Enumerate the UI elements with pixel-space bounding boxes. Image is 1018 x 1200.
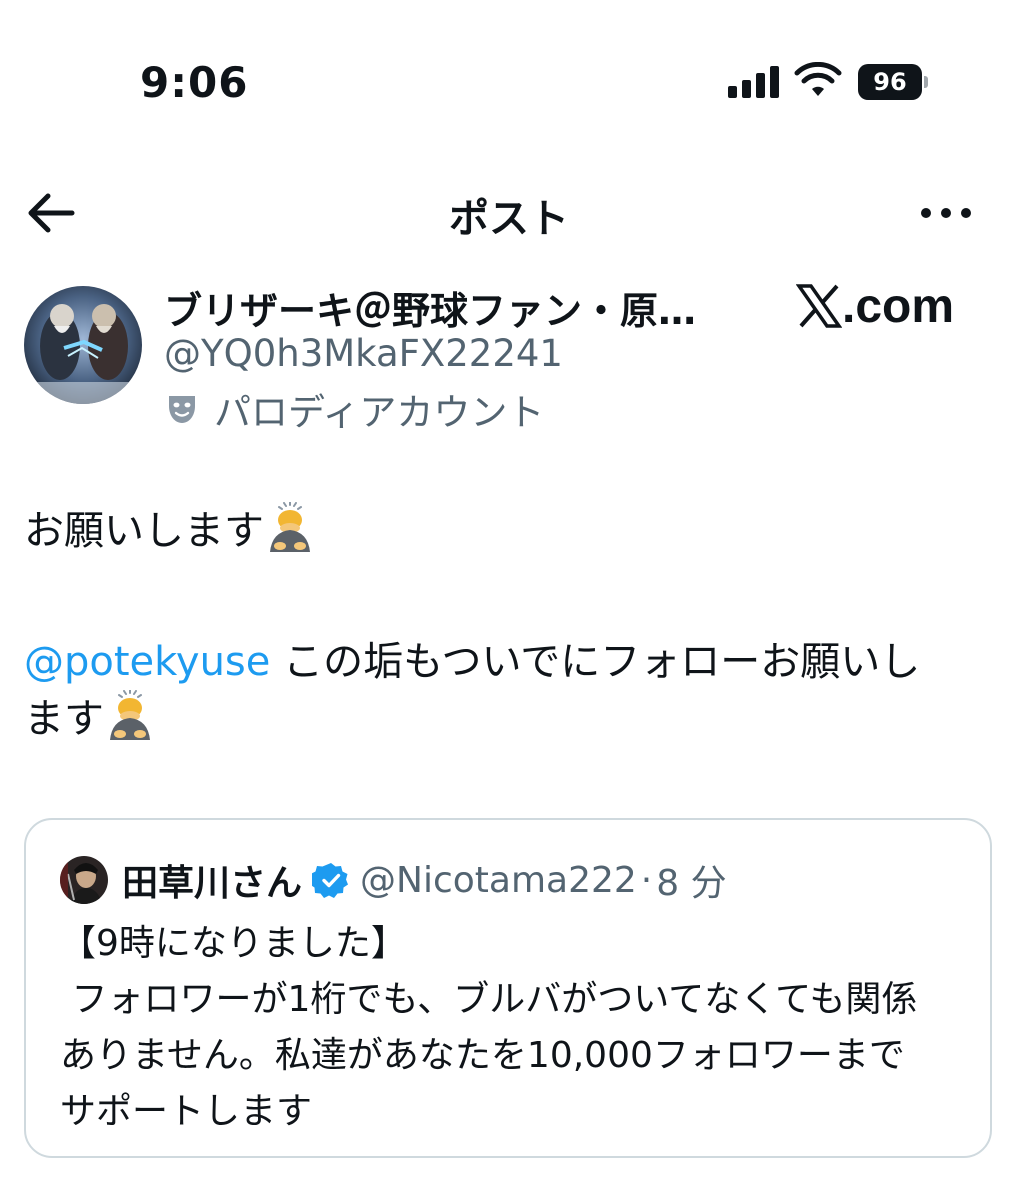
parody-label-row: パロディアカウント	[164, 384, 544, 434]
quote-body-text: 【9時になりました】 フォロワーが1桁でも、ブルバがついてなくても関係 ありませ…	[60, 923, 918, 1132]
x-com-watermark: .com	[796, 274, 954, 338]
quote-author-name[interactable]: 田草川さん	[122, 854, 302, 906]
page-title: ポスト	[449, 196, 569, 242]
quote-timestamp[interactable]: 8 分	[656, 854, 726, 906]
avatar-image	[24, 286, 142, 404]
signal-icon	[728, 66, 780, 98]
author-handle[interactable]: @YQ0h3MkaFX22241	[164, 332, 563, 375]
wifi-icon	[794, 62, 842, 96]
parody-label: パロディアカウント	[214, 391, 545, 434]
x-domain-text: .com	[842, 279, 955, 333]
battery-icon: 96	[858, 64, 922, 100]
more-horizontal-icon[interactable]	[918, 200, 974, 226]
battery-tip	[924, 76, 928, 88]
quote-separator: ·	[640, 859, 653, 901]
mention-link[interactable]: @potekyuse	[24, 639, 270, 685]
bowing-person-emoji	[110, 690, 150, 740]
theater-mask-icon	[169, 396, 195, 423]
post-text-line-1: お願いします	[24, 502, 974, 559]
quoted-post-card[interactable]: 田草川さん @Nicotama222 · 8 分 【9時になりました】 フォロワ…	[24, 818, 992, 1158]
quote-avatar-image	[60, 856, 108, 904]
post-text: ます	[24, 696, 104, 742]
quote-avatar[interactable]	[60, 856, 108, 904]
author-name[interactable]: ブリザーキ＠野球ファン・原…	[164, 280, 724, 335]
verified-badge-icon	[312, 863, 349, 898]
bowing-person-emoji	[270, 502, 310, 552]
post-text-block-2: @potekyuse この垢もついでにフォローお願いします	[24, 634, 974, 747]
avatar[interactable]	[24, 286, 142, 404]
quote-author-handle[interactable]: @Nicotama222	[360, 860, 637, 901]
post-text: この垢もついでにフォローお願いし	[270, 639, 921, 685]
status-time: 9:06	[140, 58, 249, 107]
post-text: お願いします	[24, 508, 264, 554]
quote-header: 田草川さん @Nicotama222 · 8 分	[122, 854, 727, 906]
x-logo-icon	[796, 284, 842, 328]
